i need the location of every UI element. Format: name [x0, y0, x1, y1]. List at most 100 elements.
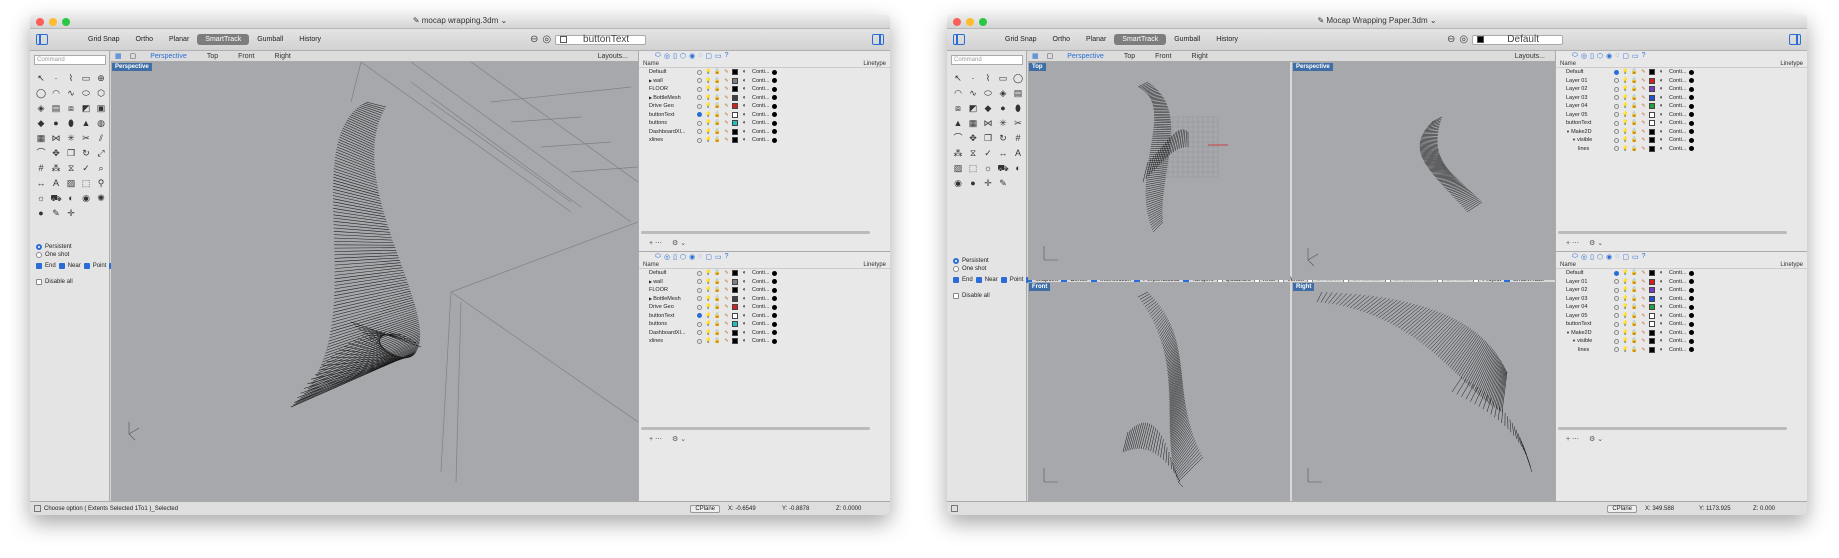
- layer-linetype[interactable]: Conti...: [752, 338, 770, 344]
- lock-icon[interactable]: 🔓: [1631, 137, 1638, 143]
- snap-option[interactable]: End: [36, 262, 56, 270]
- current-layer-radio[interactable]: [697, 270, 702, 276]
- layer-row[interactable]: Layer 01 💡 🔓 ✎ ◐ Conti...: [1556, 77, 1807, 86]
- layer-name-cell[interactable]: Drive Geo: [639, 103, 697, 109]
- layer-color-swatch[interactable]: [732, 287, 738, 294]
- layer-color-swatch[interactable]: [1649, 346, 1655, 353]
- layer-name-cell[interactable]: Layer 02: [1556, 86, 1614, 92]
- current-layer-radio[interactable]: [697, 296, 702, 302]
- material-icon[interactable]: ◐: [741, 78, 748, 84]
- history-toggle[interactable]: History: [1208, 34, 1246, 45]
- layer-linetype[interactable]: Conti...: [1669, 146, 1687, 152]
- planar-toggle[interactable]: Planar: [161, 34, 197, 45]
- layer-row[interactable]: Layer 05 💡 🔓 ✎ ◐ Conti...: [1556, 111, 1807, 120]
- print-icon[interactable]: ✎: [1640, 112, 1647, 118]
- magnify-icon[interactable]: ⌕: [94, 161, 108, 175]
- properties-tab-icon[interactable]: ▯: [1590, 52, 1594, 60]
- display-tab-icon[interactable]: ◎: [664, 52, 670, 60]
- material-icon[interactable]: ◐: [741, 129, 748, 135]
- tab-top[interactable]: Top: [197, 53, 228, 60]
- material-icon[interactable]: ◐: [1658, 347, 1665, 353]
- layer-linetype[interactable]: Conti...: [1669, 287, 1687, 293]
- material-icon[interactable]: ◐: [1658, 120, 1665, 126]
- layer-color-swatch[interactable]: [1649, 287, 1655, 294]
- scrollbar[interactable]: [1558, 231, 1787, 234]
- material-icon[interactable]: ◐: [741, 330, 748, 336]
- current-layer-radio[interactable]: [697, 95, 702, 101]
- zoom-icon[interactable]: ⊕: [94, 71, 108, 85]
- layouts-button[interactable]: Layouts...: [588, 53, 638, 60]
- visible-icon[interactable]: 💡: [705, 78, 712, 84]
- fillet-icon[interactable]: ⌒: [34, 146, 48, 160]
- layers-tab-icon[interactable]: ⬭: [655, 253, 661, 261]
- print-icon[interactable]: ✎: [1640, 137, 1647, 143]
- visible-icon[interactable]: 💡: [705, 321, 712, 327]
- scrollbar[interactable]: [641, 427, 870, 430]
- one-shot-radio[interactable]: [36, 252, 42, 258]
- status-toggle-icon[interactable]: [951, 505, 958, 512]
- layer-row[interactable]: Drive Geo 💡 🔓 ✎ ◐ Conti...: [639, 102, 890, 111]
- visible-icon[interactable]: 💡: [705, 86, 712, 92]
- visible-icon[interactable]: 💡: [1622, 287, 1629, 293]
- visible-icon[interactable]: 💡: [1622, 137, 1629, 143]
- grid-icon[interactable]: #: [34, 161, 48, 175]
- material-icon[interactable]: ◐: [1658, 304, 1665, 310]
- visible-icon[interactable]: 💡: [705, 296, 712, 302]
- visible-icon[interactable]: 💡: [705, 270, 712, 276]
- layer-name-cell[interactable]: Layer 04: [1556, 103, 1614, 109]
- layer-linetype[interactable]: Conti...: [1669, 313, 1687, 319]
- command-input[interactable]: Command: [951, 55, 1023, 65]
- current-layer-radio[interactable]: [1614, 279, 1619, 285]
- single-layout-icon[interactable]: ▢: [126, 52, 141, 60]
- layer-linetype[interactable]: Conti...: [1669, 95, 1687, 101]
- lock-icon[interactable]: 🔓: [714, 95, 721, 101]
- lock-icon[interactable]: 🔓: [1631, 347, 1638, 353]
- sphere-icon[interactable]: ●: [49, 116, 63, 130]
- print-icon[interactable]: ✎: [723, 287, 730, 293]
- material-icon[interactable]: ◐: [741, 120, 748, 126]
- layer-row[interactable]: Default 💡 🔓 ✎ ◐ Conti...: [1556, 269, 1807, 278]
- lock-icon[interactable]: 🔓: [714, 137, 721, 143]
- snap-checkbox[interactable]: [1000, 277, 1007, 283]
- help-icon[interactable]: ?: [725, 253, 729, 260]
- lights-tab-icon[interactable]: ◌: [1615, 52, 1619, 59]
- layer-options-icon[interactable]: ⚙ ⌄: [1589, 239, 1603, 249]
- material-icon[interactable]: ◐: [741, 86, 748, 92]
- layer-name-cell[interactable]: Default: [639, 69, 697, 75]
- lock-icon[interactable]: 🔓: [714, 69, 721, 75]
- layer-name-cell[interactable]: buttonText: [1556, 120, 1614, 126]
- visible-icon[interactable]: 💡: [1622, 338, 1629, 344]
- current-layer-radio[interactable]: [1614, 330, 1619, 336]
- layer-linetype[interactable]: Conti...: [1669, 279, 1687, 285]
- current-layer-radio[interactable]: [697, 120, 702, 126]
- solid-icon[interactable]: ◆: [981, 101, 995, 115]
- cone-icon[interactable]: ▲: [79, 116, 93, 130]
- lock-icon[interactable]: 🔓: [714, 338, 721, 344]
- current-layer-radio[interactable]: [1614, 69, 1619, 75]
- layer-row[interactable]: buttonText 💡 🔓 ✎ ◐ Conti...: [1556, 320, 1807, 329]
- layer-row[interactable]: ▼ visible 💡 🔓 ✎ ◐ Conti...: [1556, 136, 1807, 145]
- scrollbar[interactable]: [641, 231, 870, 234]
- layer-row[interactable]: Layer 01 💡 🔓 ✎ ◐ Conti...: [1556, 278, 1807, 287]
- mirror-icon[interactable]: ⧖: [64, 161, 78, 175]
- current-layer-radio[interactable]: [697, 112, 702, 118]
- lock-icon[interactable]: 🔓: [1631, 270, 1638, 276]
- layer-linetype[interactable]: Conti...: [752, 313, 770, 319]
- layer-row[interactable]: ▼ visible 💡 🔓 ✎ ◐ Conti...: [1556, 337, 1807, 346]
- snap-option[interactable]: Point: [1000, 276, 1023, 284]
- join-icon[interactable]: ⋈: [981, 116, 995, 130]
- layer-linetype[interactable]: Conti...: [1669, 321, 1687, 327]
- lock-icon[interactable]: 🔓: [1631, 120, 1638, 126]
- render-icon[interactable]: ◐: [1011, 161, 1025, 175]
- scrollbar[interactable]: [1558, 427, 1787, 430]
- grid-layout-icon[interactable]: ▦: [1028, 52, 1043, 60]
- layer-color-swatch[interactable]: [1649, 128, 1655, 135]
- print-icon[interactable]: ✎: [1640, 296, 1647, 302]
- polyline-icon[interactable]: ⌇: [64, 71, 78, 85]
- lights-tab-icon[interactable]: ◌: [698, 52, 702, 59]
- torus-icon[interactable]: ◍: [94, 116, 108, 130]
- dimension-icon[interactable]: ↔: [996, 146, 1010, 160]
- layer-name-cell[interactable]: Drive Geo: [639, 304, 697, 310]
- analyze-icon[interactable]: ⚲: [94, 176, 108, 190]
- visible-icon[interactable]: 💡: [705, 120, 712, 126]
